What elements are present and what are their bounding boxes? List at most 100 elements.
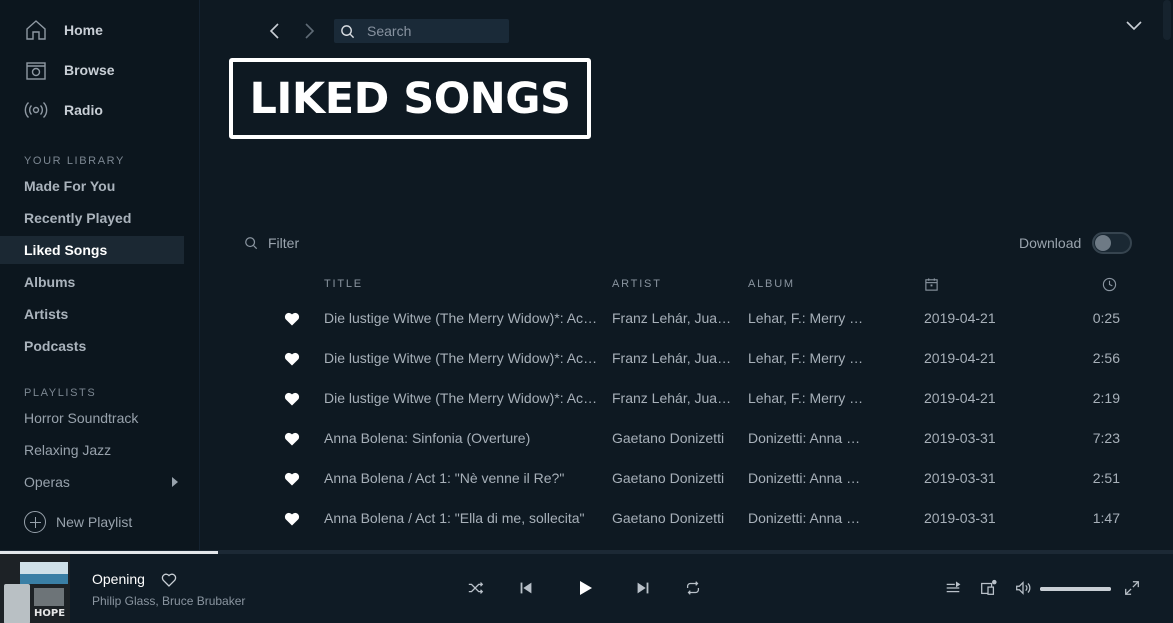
new-playlist-button[interactable]: New Playlist xyxy=(24,509,132,535)
previous-button[interactable] xyxy=(516,578,536,598)
search-icon xyxy=(341,24,355,38)
track-title: Anna Bolena / Act 1: "Ella di me, sollec… xyxy=(324,510,585,526)
heart-filled-icon[interactable] xyxy=(284,511,300,527)
skip-forward-icon xyxy=(637,582,649,594)
playlist-item-relaxing-jazz[interactable]: Relaxing Jazz xyxy=(0,437,184,463)
playlist-item-horror-soundtrack[interactable]: Horror Soundtrack xyxy=(0,405,184,431)
volume-slider[interactable] xyxy=(1040,587,1111,591)
nav-radio[interactable]: Radio xyxy=(24,96,103,124)
track-artist[interactable]: Gaetano Donizetti xyxy=(612,430,734,446)
sidebar-item-albums[interactable]: Albums xyxy=(0,268,184,296)
track-duration: 2:19 xyxy=(1092,390,1120,406)
track-date-added: 2019-03-31 xyxy=(924,470,996,486)
track-album[interactable]: Lehar, F.: Merry Widow xyxy=(748,390,868,406)
track-date-added: 2019-03-31 xyxy=(924,430,996,446)
chevron-left-icon xyxy=(269,23,279,39)
sidebar-item-artists[interactable]: Artists xyxy=(0,300,184,328)
track-artist[interactable]: Franz Lehár, Juan Diego xyxy=(612,310,734,326)
track-title: Anna Bolena / Act 1: "Nè venne il Re?" xyxy=(324,470,565,486)
track-duration: 7:23 xyxy=(1092,430,1120,446)
column-header-artist[interactable]: ARTIST xyxy=(612,278,662,290)
skip-back-icon xyxy=(520,582,532,594)
sidebar-item-recently-played[interactable]: Recently Played xyxy=(0,204,184,232)
volume-icon xyxy=(1016,581,1031,595)
album-cover[interactable]: HOPE xyxy=(0,554,70,623)
track-album[interactable]: Donizetti: Anna Bolena xyxy=(748,470,868,486)
download-label: Download xyxy=(1019,235,1082,251)
add-circle-icon xyxy=(24,511,46,533)
track-title: Anna Bolena: Sinfonia (Overture) xyxy=(324,430,531,446)
heart-filled-icon[interactable] xyxy=(284,391,300,407)
home-icon xyxy=(24,18,48,42)
nav-home[interactable]: Home xyxy=(24,16,103,44)
track-album[interactable]: Donizetti: Anna Bolena xyxy=(748,510,868,526)
expand-icon xyxy=(1125,581,1139,595)
expand-arrow-icon[interactable] xyxy=(172,477,178,487)
track-album[interactable]: Donizetti: Anna Bolena xyxy=(748,430,868,446)
track-artist[interactable]: Gaetano Donizetti xyxy=(612,470,734,486)
nav-radio-label: Radio xyxy=(64,102,103,118)
heart-filled-icon[interactable] xyxy=(284,431,300,447)
track-artist[interactable]: Gaetano Donizetti xyxy=(612,510,734,526)
clock-icon xyxy=(1102,277,1117,292)
back-button[interactable] xyxy=(265,20,285,42)
table-row[interactable]: Die lustige Witwe (The Merry Widow)*: Ac… xyxy=(244,339,1144,379)
filter-box[interactable] xyxy=(244,235,388,251)
column-header-date[interactable] xyxy=(924,277,939,295)
player-bar: HOPE Opening Philip Glass, Bruce Brubake… xyxy=(0,550,1173,623)
column-header-duration[interactable] xyxy=(1102,277,1117,295)
search-input[interactable] xyxy=(367,23,507,39)
chevron-right-icon xyxy=(305,23,315,39)
nav-browse[interactable]: Browse xyxy=(24,56,115,84)
heart-filled-icon[interactable] xyxy=(284,351,300,367)
sidebar-item-podcasts[interactable]: Podcasts xyxy=(0,332,184,360)
search-box[interactable] xyxy=(334,19,509,43)
user-menu-chevron[interactable] xyxy=(1124,18,1144,34)
browse-icon xyxy=(24,58,48,82)
forward-button[interactable] xyxy=(299,20,319,42)
toggle-knob xyxy=(1095,235,1111,251)
track-date-added: 2019-03-31 xyxy=(924,510,996,526)
heart-filled-icon[interactable] xyxy=(284,311,300,327)
column-header-album[interactable]: ALBUM xyxy=(748,278,795,290)
now-playing-artists[interactable]: Philip Glass, Bruce Brubaker xyxy=(92,594,245,608)
playlist-item-operas[interactable]: Operas xyxy=(0,469,184,495)
mute-button[interactable] xyxy=(1013,578,1033,598)
track-date-added: 2019-04-21 xyxy=(924,390,996,406)
track-album[interactable]: Lehar, F.: Merry Widow xyxy=(748,310,868,326)
track-artist[interactable]: Franz Lehár, Juan Diego xyxy=(612,350,734,366)
table-row[interactable]: Anna Bolena: Sinfonia (Overture) Gaetano … xyxy=(244,419,1144,459)
table-row[interactable]: Anna Bolena / Act 1: "Nè venne il Re?" Ga… xyxy=(244,459,1144,499)
library-heading: YOUR LIBRARY xyxy=(24,155,125,167)
sidebar: Home Browse Radio YOUR LIBRARY Made For … xyxy=(0,0,200,550)
devices-button[interactable] xyxy=(978,578,998,598)
track-album[interactable]: Lehar, F.: Merry Widow xyxy=(748,350,868,366)
track-duration: 1:47 xyxy=(1092,510,1120,526)
track-duration: 0:25 xyxy=(1092,310,1120,326)
main-scrollbar[interactable] xyxy=(1163,0,1171,40)
heart-filled-icon[interactable] xyxy=(284,471,300,487)
download-toggle[interactable] xyxy=(1092,232,1132,254)
track-date-added: 2019-04-21 xyxy=(924,350,996,366)
progress-track[interactable] xyxy=(218,551,1173,554)
search-icon xyxy=(245,237,258,250)
sidebar-item-made-for-you[interactable]: Made For You xyxy=(0,172,184,200)
fullscreen-button[interactable] xyxy=(1122,578,1142,598)
now-playing-title[interactable]: Opening xyxy=(92,571,145,587)
queue-button[interactable] xyxy=(943,578,963,598)
app-window: Home Browse Radio YOUR LIBRARY Made For … xyxy=(0,0,1173,623)
table-row[interactable]: Anna Bolena / Act 1: "Ella di me, sollec… xyxy=(244,499,1144,539)
table-row[interactable]: Die lustige Witwe (The Merry Widow)*: Ac… xyxy=(244,379,1144,419)
column-header-title[interactable]: TITLE xyxy=(324,278,363,290)
play-button[interactable] xyxy=(575,578,595,598)
shuffle-button[interactable] xyxy=(466,578,486,598)
next-button[interactable] xyxy=(633,578,653,598)
sidebar-item-liked-songs[interactable]: Liked Songs xyxy=(0,236,184,264)
like-button[interactable] xyxy=(161,572,177,588)
repeat-button[interactable] xyxy=(683,578,703,598)
filter-input[interactable] xyxy=(268,235,388,251)
track-duration: 2:51 xyxy=(1092,470,1120,486)
nav-browse-label: Browse xyxy=(64,62,115,78)
track-artist[interactable]: Franz Lehár, Juan Diego xyxy=(612,390,734,406)
table-row[interactable]: Die lustige Witwe (The Merry Widow)*: Ac… xyxy=(244,299,1144,339)
